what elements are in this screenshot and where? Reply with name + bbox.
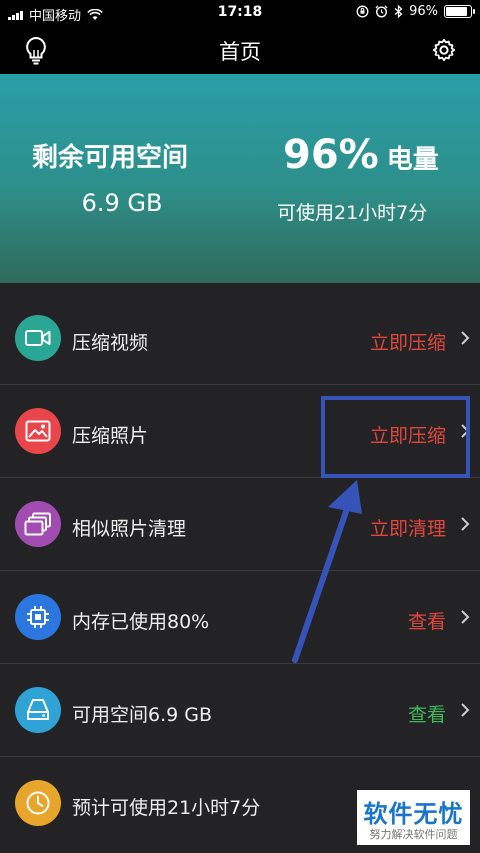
similar-photos-icon bbox=[15, 501, 61, 547]
list-item-similar-photos[interactable]: 相似照片清理 立即清理 bbox=[0, 478, 480, 571]
chevron-right-icon bbox=[461, 517, 470, 531]
gear-icon[interactable] bbox=[432, 38, 456, 62]
view-memory-action[interactable]: 查看 bbox=[408, 607, 446, 634]
watermark-title: 软件无忧 bbox=[363, 800, 464, 828]
battery-percent: 96% bbox=[283, 132, 379, 178]
battery-remaining-time: 可使用21小时7分 bbox=[277, 202, 428, 224]
rotation-lock-icon bbox=[356, 5, 369, 18]
battery-fill bbox=[446, 7, 468, 16]
list-item-compress-video[interactable]: 压缩视频 立即压缩 bbox=[0, 292, 480, 385]
clean-similar-photos-action[interactable]: 立即清理 bbox=[370, 514, 446, 541]
list-item-label: 压缩视频 bbox=[72, 332, 149, 354]
highlight-box bbox=[321, 396, 470, 478]
nav-bar: 首页 bbox=[0, 26, 480, 74]
chevron-right-icon bbox=[461, 703, 470, 717]
photo-icon bbox=[15, 408, 61, 454]
storage-icon bbox=[15, 687, 61, 733]
list-item-label: 内存已使用80% bbox=[72, 611, 210, 633]
battery-icon bbox=[444, 5, 475, 18]
list-item-label: 可用空间6.9 GB bbox=[72, 704, 213, 726]
view-free-space-action[interactable]: 查看 bbox=[408, 700, 446, 727]
clock-icon bbox=[15, 780, 61, 826]
alarm-icon bbox=[375, 5, 388, 18]
status-bar: 中国移动 17:18 96% bbox=[0, 0, 480, 26]
list-item-label: 预计可使用21小时7分 bbox=[72, 797, 261, 819]
chevron-right-icon bbox=[461, 331, 470, 345]
battery-summary: 96% 电量 bbox=[283, 132, 439, 178]
summary-panel: 剩余可用空间 6.9 GB 96% 电量 可使用21小时7分 bbox=[0, 74, 480, 283]
chip-icon bbox=[15, 594, 61, 640]
free-space-label: 剩余可用空间 bbox=[32, 143, 189, 173]
free-space-value: 6.9 GB bbox=[81, 189, 163, 217]
battery-percent-label: 96% bbox=[409, 4, 438, 19]
page-title: 首页 bbox=[219, 40, 261, 64]
bluetooth-icon bbox=[394, 5, 403, 18]
list-item-free-space[interactable]: 可用空间6.9 GB 查看 bbox=[0, 664, 480, 757]
status-right: 96% bbox=[356, 4, 475, 19]
battery-label: 电量 bbox=[386, 145, 439, 175]
list-item-memory-usage[interactable]: 内存已使用80% 查看 bbox=[0, 571, 480, 664]
list-item-label: 压缩照片 bbox=[72, 425, 149, 447]
watermark-logo: 软件无忧 努力解决软件问题 bbox=[357, 790, 470, 845]
video-icon bbox=[15, 315, 61, 361]
compress-video-action[interactable]: 立即压缩 bbox=[370, 328, 446, 355]
chevron-right-icon bbox=[461, 610, 470, 624]
list-item-label: 相似照片清理 bbox=[72, 518, 187, 540]
watermark-subtitle: 努力解决软件问题 bbox=[369, 828, 458, 841]
